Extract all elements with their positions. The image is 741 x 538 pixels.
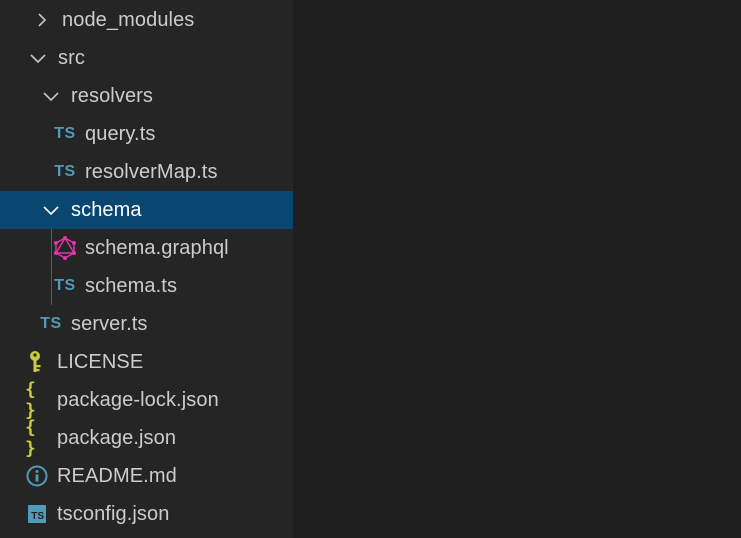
tree-item-query-ts[interactable]: TS query.ts: [0, 115, 293, 153]
tree-item-label: resolverMap.ts: [85, 160, 218, 183]
tree-item-src[interactable]: src: [0, 39, 293, 77]
tree-item-label: LICENSE: [57, 350, 144, 373]
typescript-icon: TS: [54, 163, 76, 180]
typescript-icon: TS: [54, 277, 76, 294]
tree-item-label: server.ts: [71, 312, 148, 335]
tree-item-resolvermap-ts[interactable]: TS resolverMap.ts: [0, 153, 293, 191]
tree-item-label: schema.graphql: [85, 236, 229, 259]
chevron-down-icon[interactable]: [26, 46, 50, 70]
typescript-icon: TS: [40, 315, 62, 332]
chevron-down-icon[interactable]: [39, 84, 63, 108]
typescript-icon: TS: [54, 125, 76, 142]
tree-item-package-json[interactable]: { } package.json: [0, 417, 293, 459]
tree-item-schema[interactable]: schema: [0, 191, 293, 229]
json-icon: { }: [25, 417, 36, 459]
tsconfig-icon-text: TS: [28, 505, 46, 523]
tree-item-server-ts[interactable]: TS server.ts: [0, 305, 293, 343]
tree-item-label: schema.ts: [85, 274, 178, 297]
editor-area: [293, 0, 741, 538]
key-icon: [25, 350, 49, 374]
tree-item-label: README.md: [57, 464, 177, 487]
tree-item-label: query.ts: [85, 122, 156, 145]
info-icon: [25, 464, 49, 488]
tree-item-label: schema: [71, 198, 142, 221]
file-explorer: node_modules src resolvers TS query.ts T…: [0, 0, 293, 538]
tree-item-label: package.json: [57, 426, 177, 449]
tree-item-label: src: [58, 46, 85, 69]
graphql-icon: [53, 236, 77, 260]
tree-item-label: package-lock.json: [57, 388, 219, 411]
chevron-right-icon[interactable]: [30, 8, 54, 32]
tree-item-readme-md[interactable]: README.md: [0, 457, 293, 495]
tree-item-label: tsconfig.json: [57, 502, 170, 525]
json-icon: { }: [25, 379, 36, 421]
tree-item-resolvers[interactable]: resolvers: [0, 77, 293, 115]
tree-item-license[interactable]: LICENSE: [0, 343, 293, 381]
tree-item-schema-ts[interactable]: TS schema.ts: [0, 267, 293, 305]
tree-item-package-lock-json[interactable]: { } package-lock.json: [0, 379, 293, 421]
tree-item-tsconfig-json[interactable]: TS tsconfig.json: [0, 495, 293, 533]
chevron-down-icon[interactable]: [39, 198, 63, 222]
tsconfig-icon: TS: [25, 502, 49, 526]
tree-item-label: node_modules: [62, 8, 195, 31]
tree-item-schema-graphql[interactable]: schema.graphql: [0, 229, 293, 267]
tree-item-label: resolvers: [71, 84, 154, 107]
tree-item-node-modules[interactable]: node_modules: [0, 1, 293, 39]
